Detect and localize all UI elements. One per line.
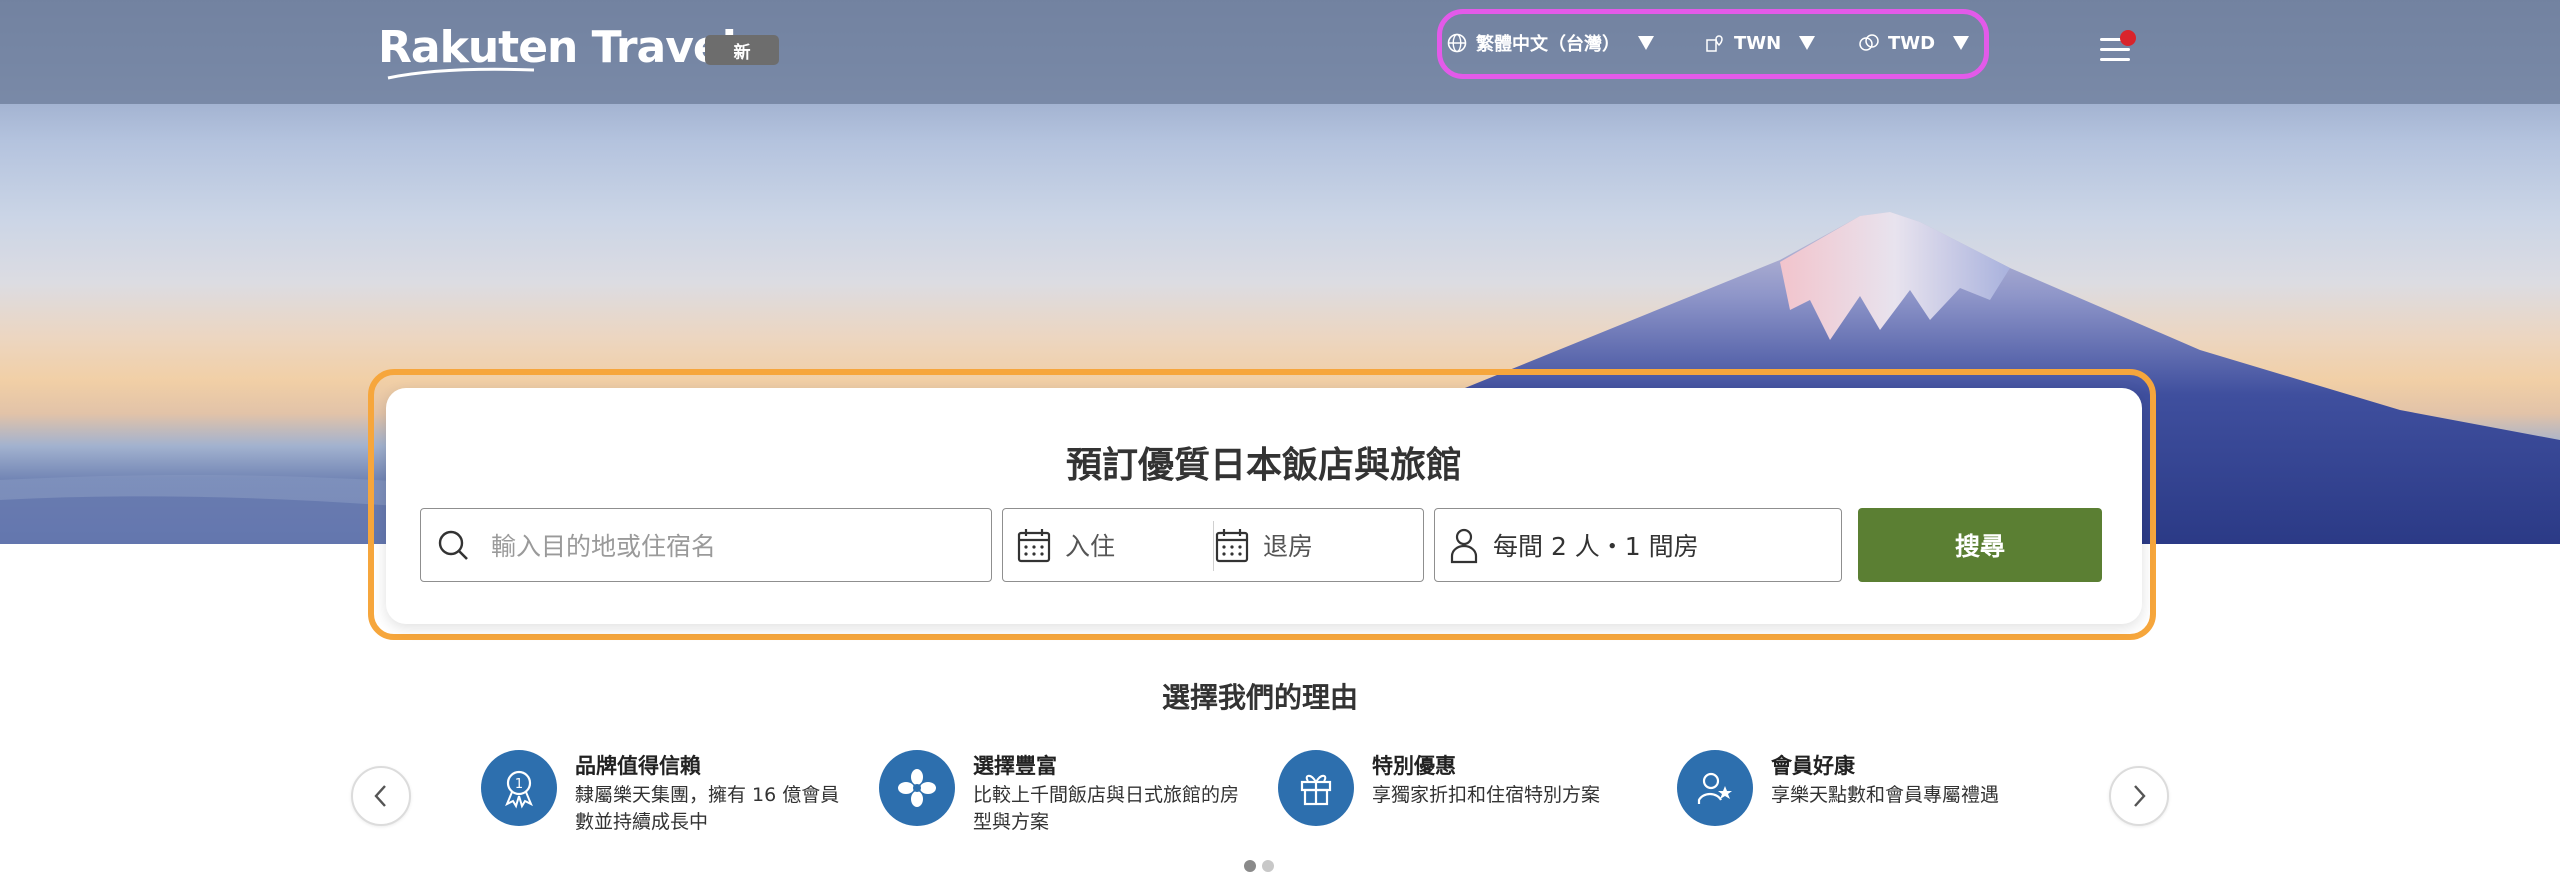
pagination-dot[interactable] (1262, 860, 1274, 872)
logo-swoosh-icon (387, 67, 535, 80)
pagination-dot-active[interactable] (1244, 860, 1256, 872)
reason-description: 隸屬樂天集團，擁有 16 億會員數並持續成長中 (575, 784, 840, 833)
new-badge: 新 (705, 35, 779, 65)
chevron-down-icon (1799, 36, 1816, 50)
checkout-field[interactable]: 退房 (1263, 527, 1313, 563)
destination-placeholder: 輸入目的地或住宿名 (491, 532, 717, 561)
svg-text:1: 1 (515, 777, 523, 792)
chevron-down-icon (1638, 36, 1654, 50)
reason-title: 會員好康 (1771, 754, 1855, 778)
date-picker[interactable]: 入住 退房 (1002, 508, 1424, 582)
language-selector[interactable]: 繁體中文（台灣） (1446, 26, 1654, 60)
reason-description: 比較上千間飯店與日式旅館的房型與方案 (973, 784, 1240, 833)
award-icon: 1 (481, 750, 557, 826)
carousel-pagination (1244, 860, 1274, 872)
currency-icon (1859, 34, 1879, 51)
reason-description: 享樂天點數和會員專屬禮遇 (1771, 784, 2000, 806)
calendar-icon (1215, 529, 1249, 563)
calendar-icon (1017, 529, 1051, 563)
flower-icon (879, 750, 955, 826)
date-divider (1213, 521, 1214, 571)
gift-icon (1278, 750, 1354, 826)
guests-label: 每間 2 人・1 間房 (1493, 532, 1699, 561)
chevron-left-icon (374, 785, 386, 807)
search-panel: 預訂優質日本飯店與旅館 輸入目的地或住宿名 入住 退房 每間 2 人・1 間房 … (386, 388, 2142, 624)
currency-selector[interactable]: TWD (1858, 26, 1970, 60)
carousel-prev-button[interactable] (351, 766, 411, 826)
destination-input[interactable]: 輸入目的地或住宿名 (420, 508, 992, 582)
location-icon (1706, 35, 1723, 52)
checkin-field[interactable]: 入住 (1065, 527, 1115, 563)
person-icon (1450, 528, 1478, 564)
chevron-down-icon (1953, 36, 1970, 50)
notification-dot (2120, 30, 2136, 46)
reason-title: 特別優惠 (1372, 754, 1456, 778)
guests-selector[interactable]: 每間 2 人・1 間房 (1434, 508, 1842, 582)
reasons-title: 選擇我們的理由 (1161, 681, 1358, 714)
search-title: 預訂優質日本飯店與旅館 (1065, 445, 1462, 486)
region-selector[interactable]: TWN (1704, 26, 1816, 60)
reason-title: 品牌值得信賴 (575, 754, 701, 778)
search-icon (438, 530, 468, 560)
reason-description: 享獨家折扣和住宿特別方案 (1372, 784, 1601, 806)
currency-label: TWD (1888, 32, 1936, 54)
globe-icon (1447, 33, 1467, 53)
reason-title: 選擇豐富 (973, 754, 1057, 778)
chevron-right-icon (2134, 785, 2146, 807)
member-star-icon (1677, 750, 1753, 826)
region-label: TWN (1734, 32, 1782, 54)
carousel-next-button[interactable] (2109, 766, 2169, 826)
language-label: 繁體中文（台灣） (1476, 34, 1620, 55)
search-button[interactable]: 搜尋 (1858, 508, 2102, 582)
